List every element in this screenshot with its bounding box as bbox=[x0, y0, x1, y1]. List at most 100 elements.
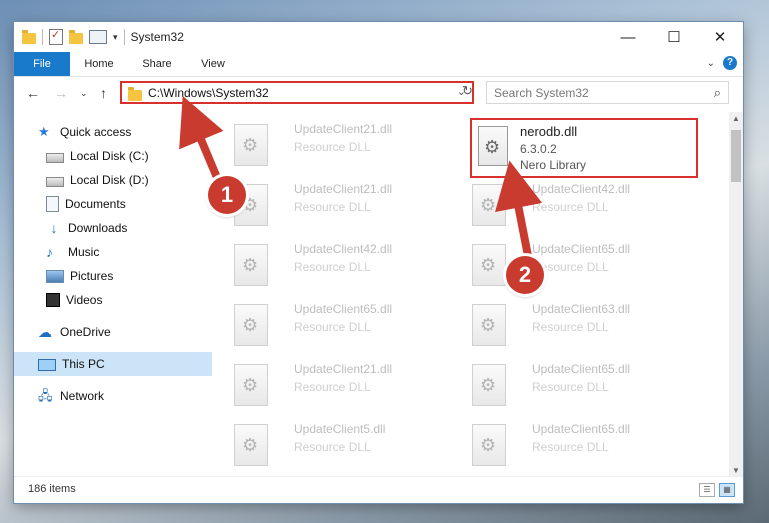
divider bbox=[123, 29, 125, 45]
sidebar-item-label: Videos bbox=[66, 293, 103, 307]
sidebar-item-quick-access[interactable]: ★ Quick access bbox=[14, 120, 232, 144]
navigation-bar: ← → ⌄ ↑ C:\Windows\System32 ⌄ ↻ Search S… bbox=[14, 77, 743, 111]
drive-icon bbox=[46, 152, 64, 163]
file-type: Resource DLL bbox=[532, 440, 609, 454]
dll-file-icon bbox=[234, 364, 268, 406]
scroll-down-icon[interactable]: ▼ bbox=[732, 466, 740, 475]
search-placeholder: Search System32 bbox=[494, 86, 589, 100]
item-count: 186 items bbox=[28, 483, 76, 495]
file-name: UpdateClient21.dll bbox=[294, 122, 393, 136]
navigation-pane: ★ Quick access Local Disk (C:) 📌 Local D… bbox=[14, 112, 236, 477]
sidebar-item-label: Quick access bbox=[60, 125, 132, 139]
sidebar-item-videos[interactable]: Videos 📌 bbox=[14, 288, 240, 312]
divider bbox=[42, 29, 43, 45]
properties-check-icon[interactable] bbox=[49, 28, 63, 45]
tab-file[interactable]: File bbox=[14, 52, 70, 76]
up-arrow-icon[interactable]: ↑ bbox=[100, 85, 107, 101]
file-item[interactable]: UpdateClient63.dll Resource DLL bbox=[462, 296, 688, 352]
quick-access-toolbar: ▾ System32 bbox=[22, 28, 184, 45]
file-item[interactable]: UpdateClient5.dll Resource DLL bbox=[224, 416, 450, 472]
file-item[interactable]: UpdateClient65.dll Resource DLL bbox=[462, 236, 688, 292]
network-icon: 🖧 bbox=[38, 388, 53, 403]
tab-share[interactable]: Share bbox=[134, 52, 180, 76]
recent-locations-chevron-icon[interactable]: ⌄ bbox=[80, 88, 88, 99]
details-view-icon[interactable]: ☰ bbox=[699, 483, 715, 497]
sidebar-item-local-disk-d[interactable]: Local Disk (D:) 📌 bbox=[14, 168, 240, 192]
star-icon: ★ bbox=[38, 124, 50, 139]
qat-customize-dropdown-icon[interactable]: ▾ bbox=[113, 32, 118, 43]
dll-file-icon bbox=[472, 424, 506, 466]
sidebar-item-label: Local Disk (C:) bbox=[70, 149, 149, 163]
file-item[interactable]: UpdateClient21.dll Resource DLL bbox=[224, 116, 450, 172]
back-arrow-icon[interactable]: ← bbox=[26, 85, 40, 101]
sidebar-item-label: Network bbox=[60, 389, 105, 403]
drive-icon bbox=[46, 176, 64, 187]
computer-icon bbox=[38, 358, 56, 371]
file-type: Resource DLL bbox=[532, 380, 609, 394]
view-switcher: ☰ ▦ bbox=[699, 483, 735, 497]
file-item-nerodb[interactable]: nerodb.dll 6.3.0.2 Nero Library bbox=[470, 118, 698, 178]
sidebar-item-onedrive[interactable]: ☁ OneDrive bbox=[14, 320, 232, 344]
file-item[interactable]: UpdateClient65.dll Resource DLL bbox=[462, 356, 688, 412]
close-button[interactable]: ✕ bbox=[697, 22, 743, 52]
dll-file-icon bbox=[234, 244, 268, 286]
file-item[interactable]: UpdateClient21.dll Resource DLL bbox=[224, 356, 450, 412]
file-item[interactable]: UpdateClient21.dll Resource DLL bbox=[224, 176, 450, 232]
search-icon[interactable]: ⌕ bbox=[714, 85, 721, 101]
file-name: UpdateClient42.dll bbox=[532, 182, 631, 196]
file-type: Resource DLL bbox=[294, 140, 371, 154]
sidebar-item-local-disk-c[interactable]: Local Disk (C:) 📌 bbox=[14, 144, 240, 168]
address-bar[interactable]: C:\Windows\System32 ⌄ bbox=[120, 81, 474, 104]
folder-icon bbox=[22, 29, 36, 44]
sidebar-item-label: Music bbox=[68, 245, 100, 259]
maximize-button[interactable]: ☐ bbox=[651, 22, 697, 52]
status-bar: 186 items ☰ ▦ bbox=[14, 476, 743, 503]
address-path[interactable]: C:\Windows\System32 bbox=[148, 86, 269, 100]
folder-icon bbox=[128, 87, 142, 101]
explorer-window: ▾ System32 — ☐ ✕ File Home Share View ⌄ … bbox=[14, 22, 743, 503]
pictures-icon bbox=[46, 269, 64, 283]
sidebar-item-network[interactable]: 🖧 Network bbox=[14, 384, 232, 408]
cloud-icon: ☁ bbox=[38, 324, 52, 340]
file-name: nerodb.dll bbox=[520, 124, 578, 139]
sidebar-item-downloads[interactable]: ↓ Downloads 📌 bbox=[14, 216, 240, 240]
refresh-icon[interactable]: ↻ bbox=[462, 83, 476, 98]
dll-file-icon bbox=[472, 364, 506, 406]
file-item[interactable]: UpdateClient65.dll Resource DLL bbox=[462, 416, 688, 472]
dll-file-icon bbox=[234, 124, 268, 166]
file-name: UpdateClient65.dll bbox=[532, 362, 631, 376]
new-folder-icon[interactable] bbox=[69, 29, 83, 44]
minimize-button[interactable]: — bbox=[605, 22, 651, 52]
videos-icon bbox=[46, 293, 60, 307]
tab-view[interactable]: View bbox=[190, 52, 236, 76]
vertical-scrollbar[interactable]: ▲ ▼ bbox=[729, 112, 743, 477]
tab-home[interactable]: Home bbox=[76, 52, 122, 76]
scroll-up-icon[interactable]: ▲ bbox=[732, 114, 740, 123]
file-item[interactable]: UpdateClient42.dll Resource DLL bbox=[224, 236, 450, 292]
file-item[interactable]: UpdateClient42.dll Resource DLL bbox=[462, 176, 688, 232]
file-type: Resource DLL bbox=[294, 200, 371, 214]
search-input[interactable]: Search System32 ⌕ bbox=[486, 81, 729, 104]
dll-file-icon bbox=[234, 304, 268, 346]
expand-ribbon-chevron-icon[interactable]: ⌄ bbox=[707, 58, 715, 69]
scrollbar-thumb[interactable] bbox=[731, 130, 741, 182]
file-name: UpdateClient21.dll bbox=[294, 362, 393, 376]
sidebar-item-this-pc[interactable]: This PC bbox=[14, 352, 232, 376]
forward-arrow-icon[interactable]: → bbox=[54, 85, 68, 101]
download-icon: ↓ bbox=[50, 220, 58, 236]
tiles-view-icon[interactable]: ▦ bbox=[719, 483, 735, 497]
dll-file-icon bbox=[478, 126, 508, 166]
view-properties-icon[interactable] bbox=[89, 30, 107, 44]
file-name: UpdateClient65.dll bbox=[532, 242, 631, 256]
sidebar-item-pictures[interactable]: Pictures 📌 bbox=[14, 264, 240, 288]
sidebar-item-documents[interactable]: Documents 📌 bbox=[14, 192, 240, 216]
file-version: 6.3.0.2 bbox=[520, 142, 557, 156]
file-type: Resource DLL bbox=[294, 260, 371, 274]
sidebar-item-label: Documents bbox=[65, 197, 126, 211]
sidebar-item-label: Downloads bbox=[68, 221, 128, 235]
sidebar-item-music[interactable]: ♪ Music 📌 bbox=[14, 240, 240, 264]
dll-file-icon bbox=[472, 304, 506, 346]
file-name: UpdateClient42.dll bbox=[294, 242, 393, 256]
help-icon[interactable]: ? bbox=[723, 56, 737, 70]
file-item[interactable]: UpdateClient65.dll Resource DLL bbox=[224, 296, 450, 352]
